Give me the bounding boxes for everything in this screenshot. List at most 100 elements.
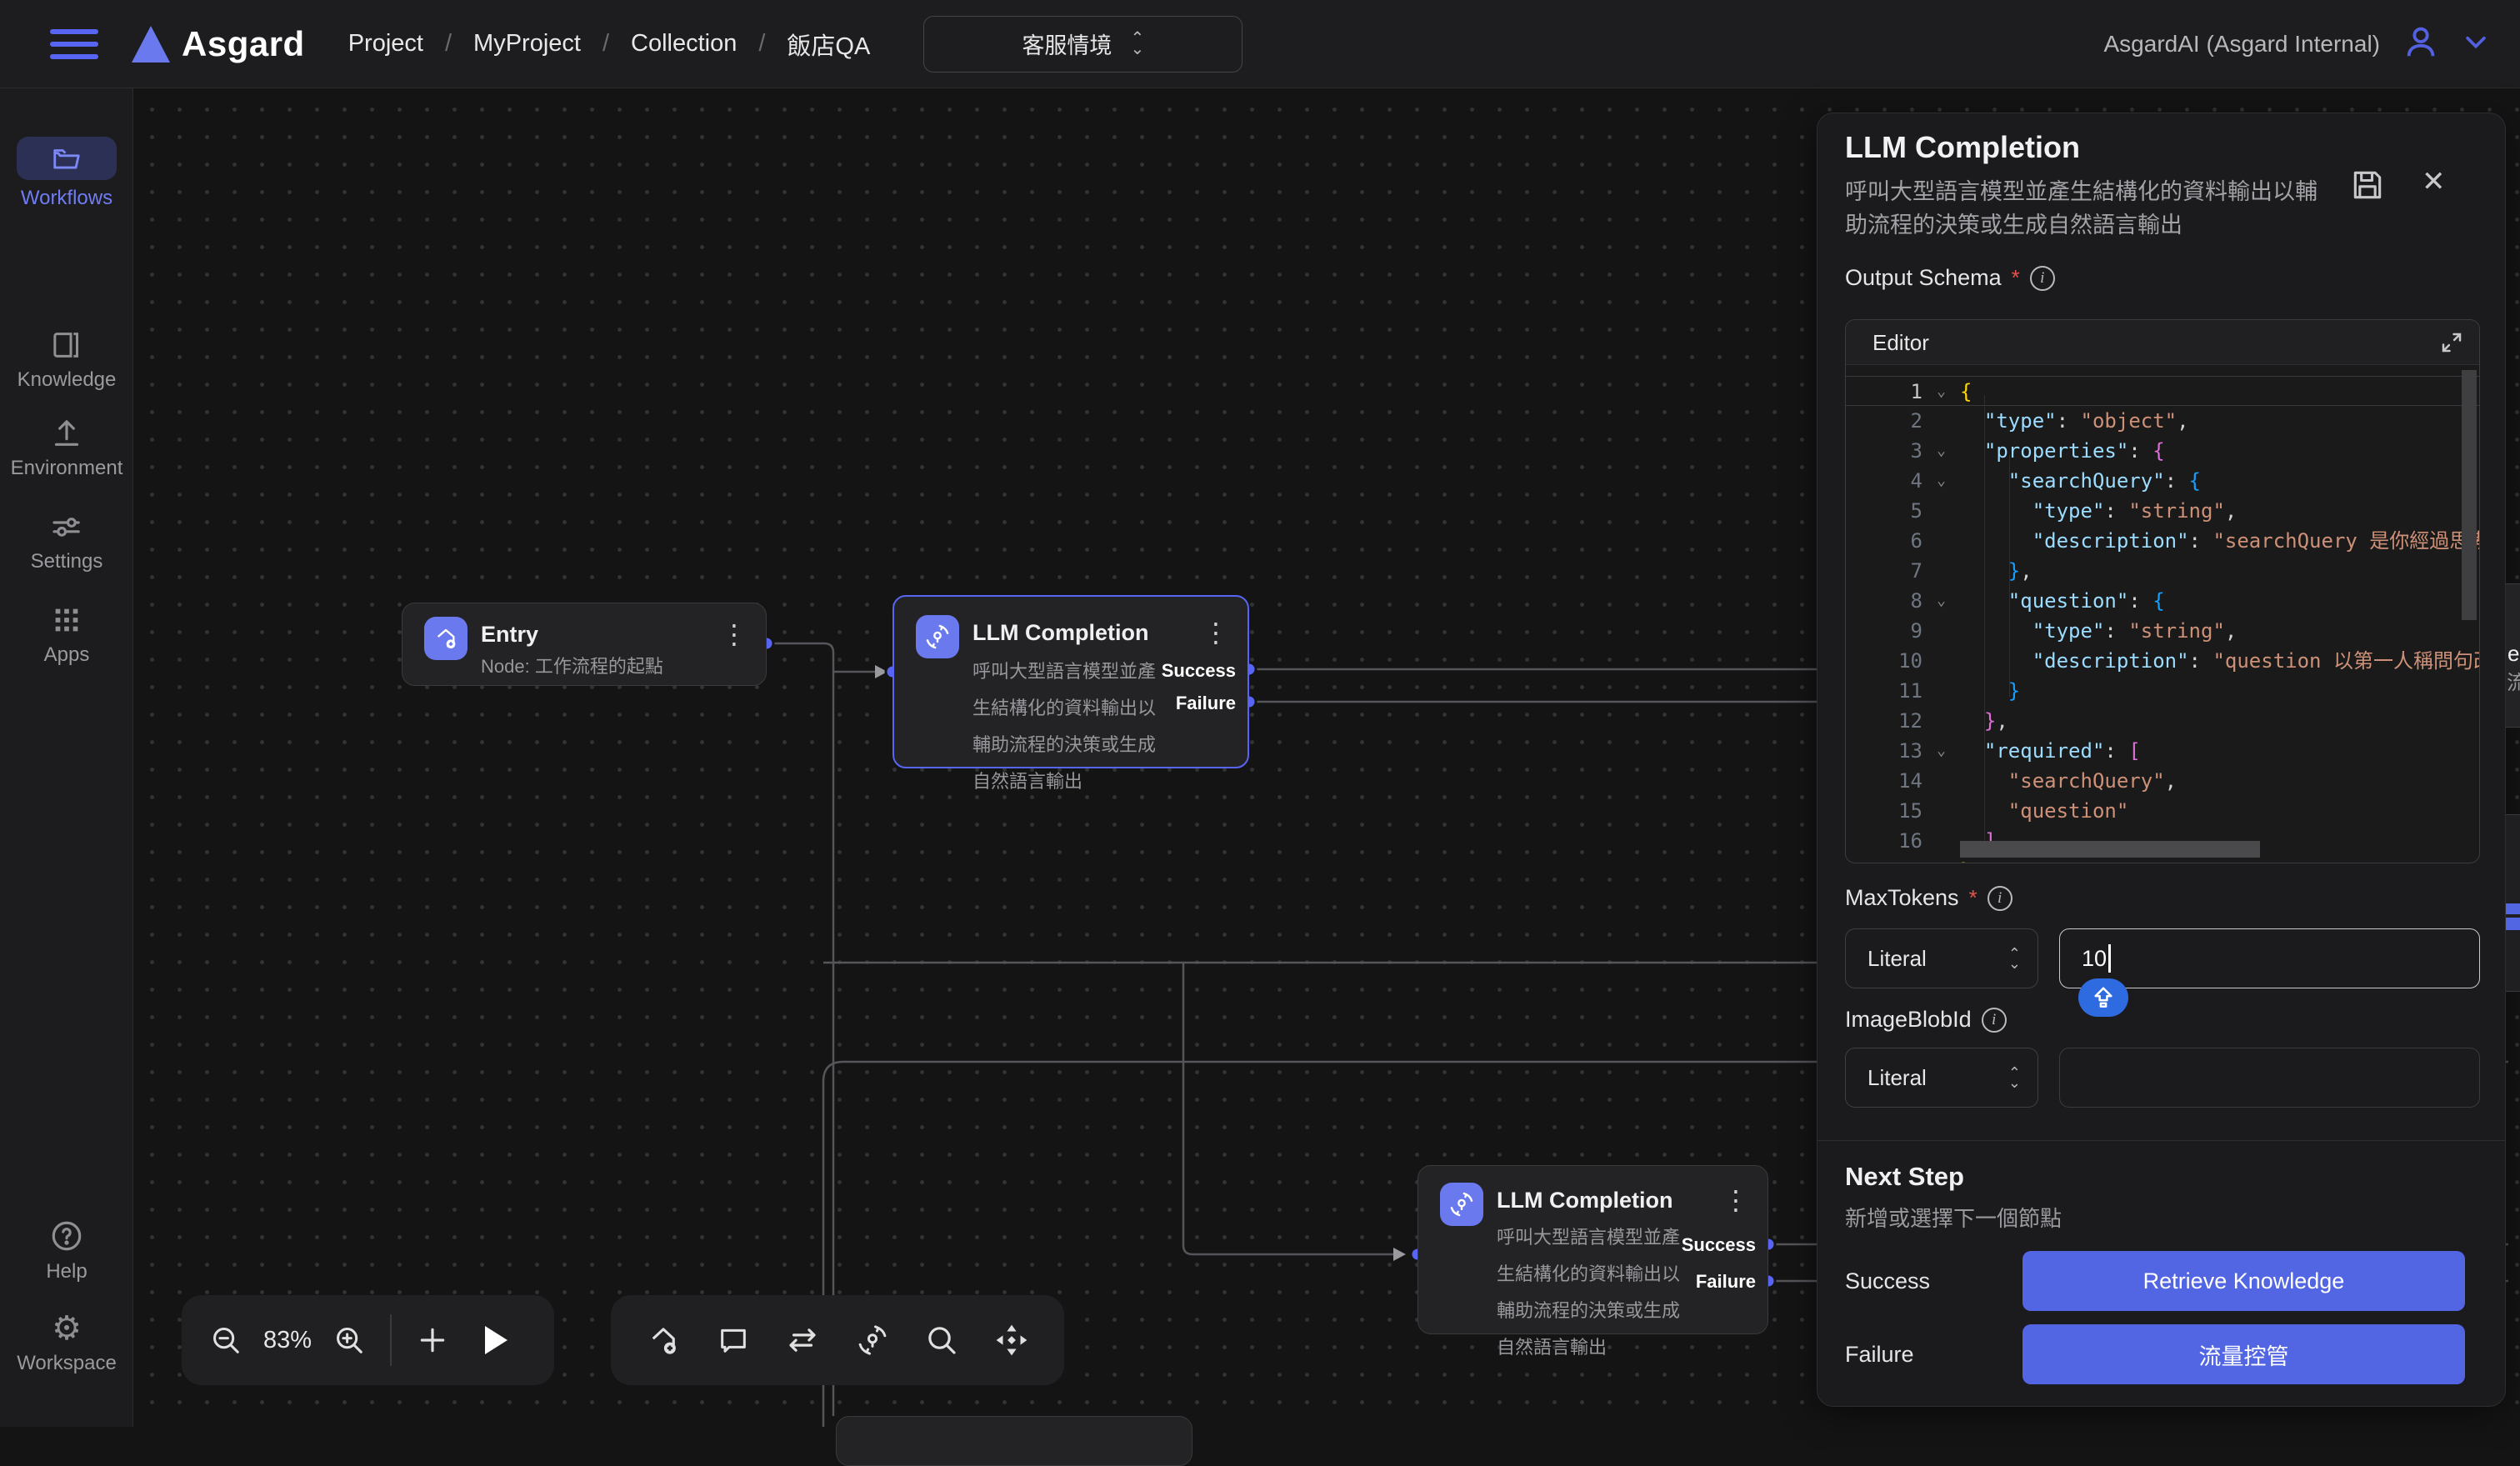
run-icon[interactable] — [485, 1326, 508, 1354]
save-icon[interactable] — [2349, 167, 2386, 208]
code-line-1[interactable]: 1⌄{ — [1846, 376, 2479, 406]
code-line-2[interactable]: 2 "type": "object", — [1846, 406, 2479, 436]
swap-connections-icon[interactable] — [785, 1323, 820, 1358]
sidebar-item-environment[interactable]: Environment — [0, 417, 133, 480]
fold-spacer — [1922, 796, 1960, 826]
menu-icon[interactable] — [50, 29, 98, 59]
info-icon[interactable]: i — [2030, 266, 2055, 291]
hidden-button-fragment — [2506, 918, 2520, 930]
fold-spacer — [1922, 856, 1960, 863]
breadcrumb-current[interactable]: 飯店QA — [787, 27, 870, 62]
failure-row-label: Failure — [1845, 1342, 1914, 1368]
add-icon[interactable] — [417, 1324, 448, 1356]
sidebar-item-apps[interactable]: Apps — [0, 603, 133, 667]
image-blob-input[interactable] — [2059, 1048, 2480, 1108]
fold-spacer — [1922, 556, 1960, 586]
auto-layout-icon[interactable] — [994, 1323, 1029, 1358]
port-success[interactable]: Success — [1682, 1234, 1756, 1256]
comment-icon[interactable] — [717, 1323, 750, 1357]
next-step-heading: Next Step — [1845, 1162, 1964, 1192]
code-line-8[interactable]: 8⌄ "question": { — [1846, 586, 2479, 616]
code-line-13[interactable]: 13⌄ "required": [ — [1846, 736, 2479, 766]
code-line-9[interactable]: 9 "type": "string", — [1846, 616, 2479, 646]
fold-chevron-icon[interactable]: ⌄ — [1922, 466, 1960, 496]
code-line-14[interactable]: 14 "searchQuery", — [1846, 766, 2479, 796]
max-tokens-input[interactable]: 10 — [2059, 928, 2480, 988]
editor-header: Editor — [1846, 320, 2479, 365]
close-icon[interactable]: ✕ — [2422, 165, 2446, 198]
code-line-5[interactable]: 5 "type": "string", — [1846, 496, 2479, 526]
code-line-7[interactable]: 7 }, — [1846, 556, 2479, 586]
info-icon[interactable]: i — [1988, 886, 2012, 911]
sidebar-item-workspace[interactable]: ⚙ Workspace — [0, 1312, 133, 1375]
environment-selector[interactable]: 客服情境 ⌃⌄ — [923, 16, 1242, 73]
fold-chevron-icon[interactable]: ⌄ — [1922, 736, 1960, 766]
port-failure[interactable]: Failure — [1696, 1271, 1756, 1293]
input-method-badge — [2078, 978, 2128, 1017]
chevron-updown-icon: ⌃⌄ — [2008, 948, 2021, 968]
success-next-node-button[interactable]: Retrieve Knowledge — [2022, 1251, 2465, 1311]
fold-chevron-icon[interactable]: ⌄ — [1922, 377, 1960, 405]
required-asterisk: * — [2012, 265, 2020, 291]
schema-editor[interactable]: Editor 1⌄{2 "type": "object",3⌄ "propert… — [1845, 319, 2480, 863]
editor-vertical-scrollbar[interactable] — [2462, 370, 2477, 620]
node-clipped-bottom[interactable] — [836, 1416, 1192, 1466]
entry-node-menu-icon[interactable]: ⋮ — [721, 618, 748, 650]
expand-icon[interactable] — [2439, 330, 2464, 359]
llm-node-title: LLM Completion — [972, 620, 1148, 646]
port-success[interactable]: Success — [1162, 660, 1236, 682]
code-line-15[interactable]: 15 "question" — [1846, 796, 2479, 826]
search-icon[interactable] — [925, 1323, 958, 1357]
node-llm-completion-1[interactable]: LLM Completion 呼叫大型語言模型並產 生結構化的資料輸出以 輔助流… — [892, 595, 1249, 768]
code-line-4[interactable]: 4⌄ "searchQuery": { — [1846, 466, 2479, 496]
inspector-panel: LLM Completion 呼叫大型語言模型並產生結構化的資料輸出以輔 助流程… — [1817, 113, 2506, 1407]
editor-horizontal-scrollbar[interactable] — [1960, 841, 2260, 858]
llm-node-description: 呼叫大型語言模型並產 生結構化的資料輸出以 輔助流程的決策或生成 自然語言輸出 — [1497, 1219, 1705, 1366]
panel-title: LLM Completion — [1845, 130, 2080, 165]
breadcrumb-project[interactable]: Project — [348, 30, 423, 58]
zoom-level[interactable]: 83% — [263, 1327, 312, 1354]
add-entry-node-icon[interactable] — [646, 1323, 681, 1358]
zoom-out-icon[interactable] — [210, 1324, 242, 1356]
editor-code-lines[interactable]: 1⌄{2 "type": "object",3⌄ "properties": {… — [1846, 365, 2479, 863]
book-icon — [0, 328, 133, 362]
node-llm-completion-2[interactable]: LLM Completion 呼叫大型語言模型並產 生結構化的資料輸出以 輔助流… — [1418, 1165, 1768, 1334]
sidebar-item-settings[interactable]: Settings — [0, 510, 133, 573]
breadcrumb-myproject[interactable]: MyProject — [473, 30, 581, 58]
code-line-12[interactable]: 12 }, — [1846, 706, 2479, 736]
sidebar-item-knowledge[interactable]: Knowledge — [0, 328, 133, 392]
image-blob-label: ImageBlobId i — [1845, 1007, 2007, 1033]
info-icon[interactable]: i — [1982, 1008, 2007, 1033]
entry-node-title: Entry — [481, 622, 538, 648]
sidebar-item-help[interactable]: Help — [0, 1218, 133, 1283]
code-line-10[interactable]: 10 "description": "question 以第一人稱問句改 — [1846, 646, 2479, 676]
llm-node-menu-icon[interactable]: ⋮ — [1722, 1184, 1749, 1216]
node-entry[interactable]: Entry Node: 工作流程的起點 ⋮ — [402, 603, 767, 686]
user-icon[interactable] — [2402, 23, 2440, 65]
code-line-11[interactable]: 11 } — [1846, 676, 2479, 706]
sliders-icon — [0, 510, 133, 543]
fold-chevron-icon[interactable]: ⌄ — [1922, 436, 1960, 466]
image-blob-mode-select[interactable]: Literal ⌃⌄ — [1845, 1048, 2038, 1108]
zoom-in-icon[interactable] — [333, 1324, 365, 1356]
success-row-label: Success — [1845, 1268, 1930, 1294]
port-failure[interactable]: Failure — [1176, 693, 1236, 714]
fold-chevron-icon[interactable]: ⌄ — [1922, 586, 1960, 616]
code-line-3[interactable]: 3⌄ "properties": { — [1846, 436, 2479, 466]
breadcrumb: Project / MyProject / Collection / 飯店QA — [348, 27, 871, 62]
breadcrumb-collection[interactable]: Collection — [631, 30, 737, 58]
entry-node-icon — [424, 617, 468, 660]
indent-guide — [2009, 455, 2010, 697]
account-chevron-down-icon[interactable] — [2462, 28, 2490, 60]
llm-node-icon — [1440, 1183, 1483, 1226]
panel-divider — [1818, 1140, 2505, 1141]
llm-node-tool-icon[interactable] — [855, 1323, 890, 1358]
grid-dots-icon — [0, 603, 133, 637]
failure-next-node-button[interactable]: 流量控管 — [2022, 1324, 2465, 1384]
llm-node-icon — [916, 615, 959, 658]
sidebar-item-workflows[interactable]: Workflows — [0, 137, 133, 210]
llm-node-menu-icon[interactable]: ⋮ — [1202, 617, 1229, 648]
max-tokens-mode-select[interactable]: Literal ⌃⌄ — [1845, 928, 2038, 988]
zoom-toolbar: 83% — [182, 1295, 554, 1385]
code-line-6[interactable]: 6 "description": "searchQuery 是你經過思考 — [1846, 526, 2479, 556]
